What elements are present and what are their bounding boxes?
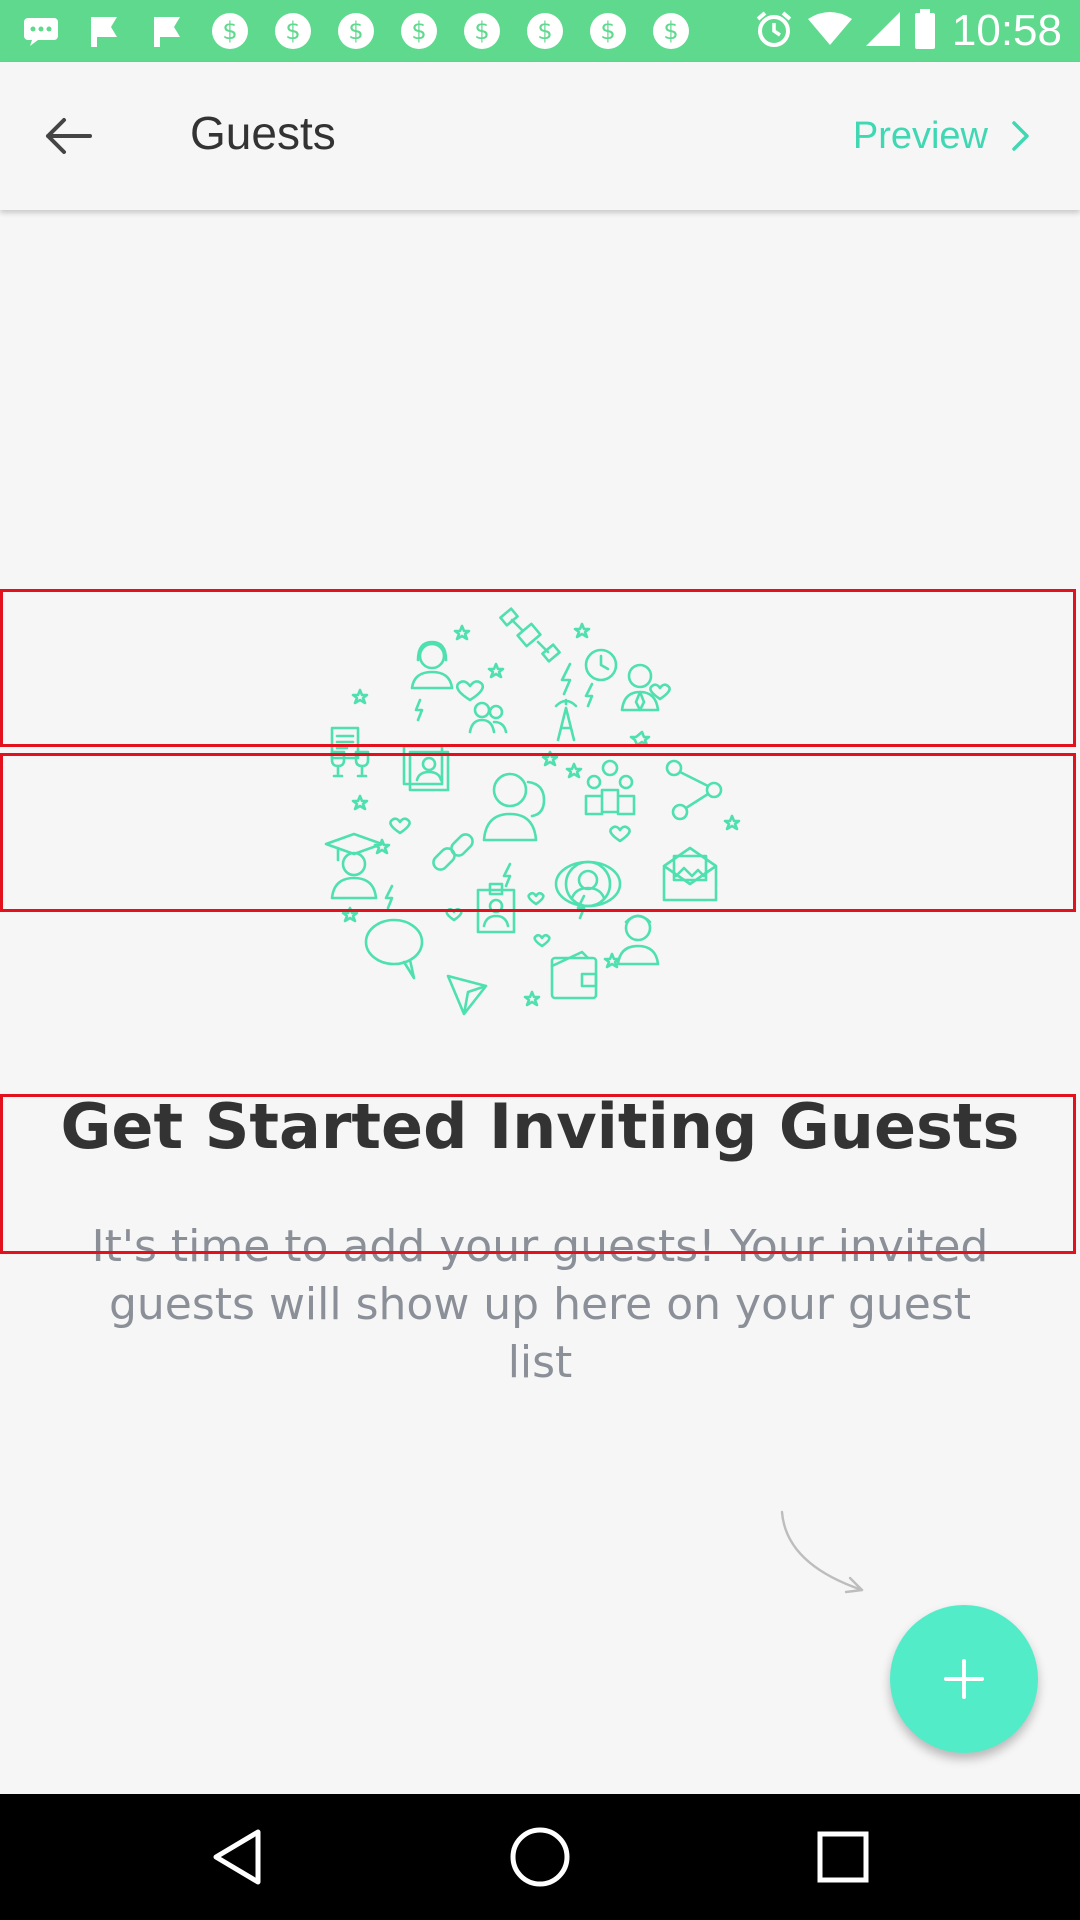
home-icon (510, 1827, 570, 1887)
nav-back-button[interactable] (204, 1824, 270, 1890)
currency-icon: $ (398, 10, 440, 52)
currency-icon: $ (335, 10, 377, 52)
message-icon (20, 10, 62, 52)
svg-text:$: $ (285, 17, 300, 45)
currency-icon: $ (524, 10, 566, 52)
currency-icon: $ (272, 10, 314, 52)
svg-text:$: $ (348, 17, 363, 45)
notification-icons: $ $ $ $ $ $ $ $ (20, 10, 713, 52)
currency-icon: $ (650, 10, 692, 52)
plus-icon (944, 1659, 984, 1699)
nav-recents-button[interactable] (810, 1824, 876, 1890)
recents-icon (817, 1831, 869, 1883)
svg-text:$: $ (411, 17, 426, 45)
add-guest-button[interactable] (890, 1605, 1038, 1753)
currency-icon: $ (209, 10, 251, 52)
highlight-box (0, 753, 1076, 912)
flip-icon (83, 10, 125, 52)
svg-text:$: $ (600, 17, 615, 45)
highlight-box (0, 1094, 1076, 1254)
status-time: 10:58 (951, 6, 1062, 55)
nav-home-button[interactable] (507, 1824, 573, 1890)
battery-icon (914, 9, 936, 53)
highlight-box (0, 589, 1076, 747)
currency-icon: $ (587, 10, 629, 52)
chevron-right-icon (1012, 121, 1029, 151)
currency-icon: $ (461, 10, 503, 52)
svg-text:$: $ (474, 17, 489, 45)
flip-icon (146, 10, 188, 52)
system-nav-bar (0, 1794, 1080, 1920)
signal-icon (864, 10, 902, 52)
svg-text:$: $ (537, 17, 552, 45)
back-icon (213, 1829, 261, 1885)
arrow-back-icon (46, 118, 92, 154)
hint-arrow-icon (780, 1510, 864, 1594)
preview-button[interactable]: Preview (853, 108, 1032, 164)
svg-text:$: $ (663, 17, 678, 45)
alarm-icon (754, 9, 794, 53)
app-bar: Guests Preview (0, 62, 1080, 210)
page-title: Guests (190, 107, 336, 159)
svg-text:$: $ (222, 17, 237, 45)
status-bar: $ $ $ $ $ $ $ $ 10:58 (0, 0, 1080, 62)
preview-label: Preview (852, 114, 988, 157)
system-status: 10:58 (754, 6, 1062, 56)
wifi-icon (807, 11, 852, 51)
back-button[interactable] (40, 108, 96, 164)
